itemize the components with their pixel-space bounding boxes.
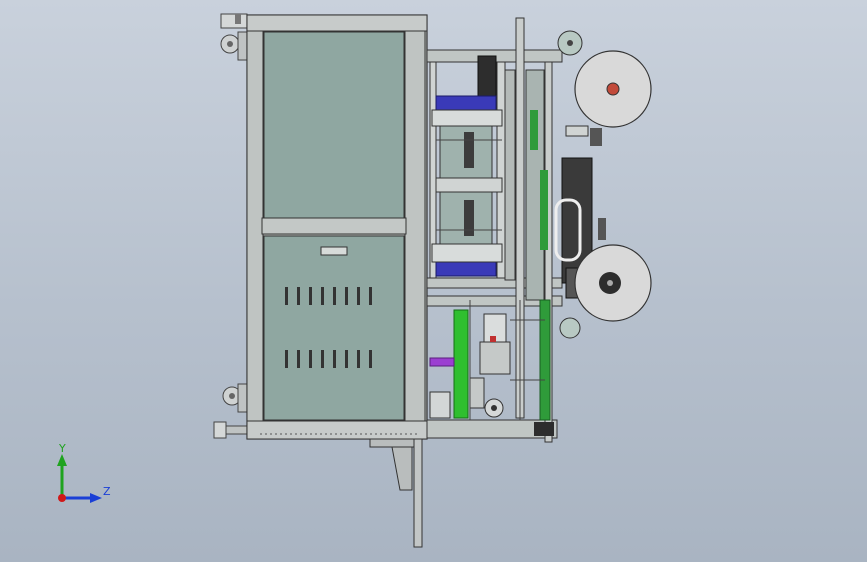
lower-door-panel: [263, 235, 405, 421]
view-orientation-triad: Y Z: [48, 440, 118, 510]
upper-door-panel: [263, 31, 405, 219]
caster-bottom: [213, 383, 249, 439]
support-bracket: [369, 438, 423, 548]
purple-fitting: [429, 357, 455, 367]
reel-upper[interactable]: [557, 30, 652, 128]
motor-top: [435, 95, 497, 111]
mechanism-assembly[interactable]: [426, 17, 652, 443]
cad-viewport[interactable]: Y Z: [0, 0, 867, 562]
z-axis-label: Z: [103, 485, 111, 498]
y-axis-label: Y: [59, 442, 66, 455]
green-cylinder: [453, 309, 469, 419]
caster-top: [220, 13, 249, 61]
door-handle: [320, 246, 348, 256]
motor-bottom: [435, 261, 497, 277]
cabinet[interactable]: [246, 14, 428, 440]
machine-model-drawing[interactable]: [0, 0, 867, 562]
